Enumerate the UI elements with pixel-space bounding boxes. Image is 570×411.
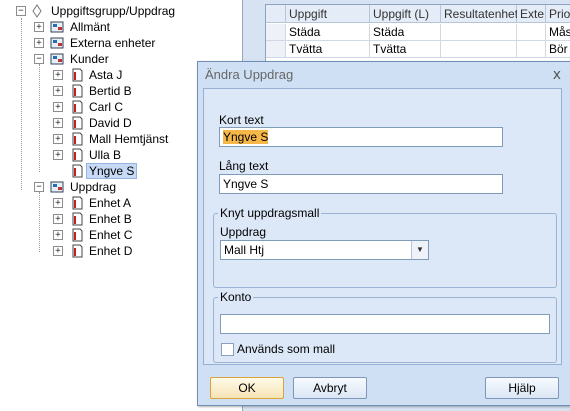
document-icon (70, 84, 84, 98)
tree-item-label: Kunder (70, 52, 109, 66)
expand-icon[interactable]: + (34, 38, 44, 48)
tree-item-label: David D (89, 116, 132, 130)
tree-root-label: Uppgiftsgrupp/Uppdrag (51, 4, 176, 18)
expand-icon[interactable]: + (53, 70, 63, 80)
document-icon (70, 196, 84, 210)
lang-text-label: Lång text (219, 159, 269, 173)
group-icon (50, 20, 64, 34)
expand-icon[interactable]: + (53, 86, 63, 96)
knyt-uppdragsmall-group: Knyt uppdragsmall Uppdrag Mall Htj ▼ (213, 206, 557, 288)
expand-icon[interactable]: + (34, 22, 44, 32)
dialog-body: Kort text Yngve S Lång text Yngve S Knyt… (203, 88, 562, 365)
expand-icon[interactable]: + (53, 102, 63, 112)
document-icon (70, 116, 84, 130)
collapse-icon[interactable]: − (34, 182, 44, 192)
tree-item-label: Enhet D (89, 244, 133, 258)
document-icon (70, 68, 84, 82)
tree-item-label: Enhet A (89, 196, 132, 210)
tree-item-label: Carl C (89, 100, 124, 114)
tree-item-label: Mall Hemtjänst (89, 132, 169, 146)
expand-icon[interactable]: + (53, 230, 63, 240)
document-icon (70, 148, 84, 162)
close-icon[interactable]: x (553, 62, 561, 88)
dialog-title: Ändra Uppdrag (205, 67, 294, 82)
document-icon (70, 132, 84, 146)
uppdrag-select[interactable]: Mall Htj ▼ (220, 240, 429, 260)
anvands-som-mall-label: Används som mall (237, 342, 336, 356)
group-icon (50, 52, 64, 66)
uppdrag-label: Uppdrag (220, 225, 267, 239)
grid-cell[interactable]: Bör (546, 41, 570, 58)
tree-line (39, 192, 40, 252)
grid-column-header[interactable]: Uppgift (286, 5, 370, 23)
grid-cell[interactable]: Städa (370, 24, 441, 41)
cancel-button[interactable]: Avbryt (293, 377, 367, 399)
kort-text-label: Kort text (219, 113, 264, 127)
grid-cell[interactable]: Städa (286, 24, 370, 41)
expand-icon[interactable]: + (53, 198, 63, 208)
collapse-icon[interactable]: − (34, 54, 44, 64)
grid-row-selector[interactable] (266, 24, 286, 41)
kort-text-value: Yngve S (223, 130, 269, 144)
tree-item-label: Ulla B (89, 148, 122, 162)
konto-group-label: Konto (218, 290, 254, 304)
document-icon (70, 212, 84, 226)
tree-item-label: Asta J (89, 68, 123, 82)
grid-row-selector[interactable] (266, 41, 286, 58)
tree-item-label: Bertid B (89, 84, 132, 98)
edit-assignment-dialog: Ändra Uppdrag x Kort text Yngve S Lång t… (197, 61, 570, 406)
grid-cell[interactable] (517, 24, 546, 41)
expand-icon[interactable]: + (53, 214, 63, 224)
lang-text-value: Yngve S (223, 177, 269, 191)
expand-icon[interactable]: + (53, 246, 63, 256)
tree-item-label: Allmänt (70, 20, 111, 34)
document-icon (70, 100, 84, 114)
group-icon (50, 180, 64, 194)
konto-input[interactable] (220, 314, 550, 334)
tree-item-label: Enhet C (89, 228, 133, 242)
expand-icon[interactable]: + (53, 134, 63, 144)
expand-icon[interactable]: + (53, 150, 63, 160)
grid-cell[interactable] (517, 41, 546, 58)
chevron-down-icon[interactable]: ▼ (411, 241, 428, 259)
uppdrag-select-value: Mall Htj (224, 243, 265, 257)
grid-column-header[interactable]: Exte (517, 5, 546, 23)
tree-line (39, 64, 40, 172)
grid-cell[interactable] (441, 24, 517, 41)
grid-column-header[interactable]: Prior (546, 5, 570, 23)
ok-button[interactable]: OK (210, 377, 284, 399)
tree-item-label-selected: Yngve S (86, 163, 138, 179)
task-group-icon (30, 4, 44, 18)
document-icon (70, 244, 84, 258)
grid-cell[interactable]: Mås (546, 24, 570, 41)
grid-cell[interactable]: Tvätta (286, 41, 370, 58)
tree-item-label: Enhet B (89, 212, 132, 226)
group-icon (50, 36, 64, 50)
tree-item-label: Externa enheter (70, 36, 156, 50)
grid-cell[interactable]: Tvätta (370, 41, 441, 58)
grid-cell[interactable] (441, 41, 517, 58)
expand-icon[interactable]: + (53, 118, 63, 128)
document-icon (70, 228, 84, 242)
collapse-icon[interactable]: − (16, 6, 26, 16)
tree-item-label: Uppdrag (70, 180, 117, 194)
help-button[interactable]: Hjälp (485, 377, 559, 399)
grid-row-header (266, 5, 286, 23)
konto-group: Konto Används som mall (213, 290, 557, 363)
knyt-group-label: Knyt uppdragsmall (218, 206, 322, 220)
document-icon (70, 164, 84, 178)
anvands-som-mall-checkbox[interactable] (221, 343, 234, 356)
grid-column-header[interactable]: Resultatenhet (441, 5, 518, 23)
tree-line (21, 18, 22, 190)
kort-text-input[interactable]: Yngve S (219, 127, 503, 147)
lang-text-input[interactable]: Yngve S (219, 174, 503, 194)
grid-column-header[interactable]: Uppgift (L) (370, 5, 441, 23)
task-grid[interactable]: Uppgift Uppgift (L) Resultatenhet Exte P… (265, 4, 570, 66)
